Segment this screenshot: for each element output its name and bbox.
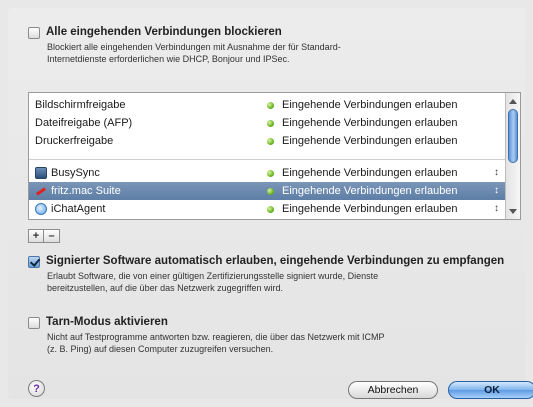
connections-list[interactable]: Bildschirmfreigabe Eingehende Verbindung… [28,92,521,220]
app-status[interactable]: Eingehende Verbindungen erlauben [267,203,458,215]
app-status[interactable]: Eingehende Verbindungen erlauben [267,167,458,179]
app-status-label: Eingehende Verbindungen erlauben [282,167,458,179]
firewall-options-sheet: Alle eingehenden Verbindungen blockieren… [8,8,533,399]
status-green-dot-icon [267,205,274,213]
stealth-mode-section: Tarn-Modus aktivieren Nicht auf Testprog… [28,316,384,355]
stealth-mode-description-line: Nicht auf Testprogramme antworten bzw. r… [47,332,385,342]
block-all-description-line: Internetdienste erforderlichen wie DHCP,… [47,54,290,64]
service-name: Dateifreigabe (AFP) [35,117,133,129]
app-name: fritz.mac Suite [51,185,121,197]
service-status: Eingehende Verbindungen erlauben [267,135,458,147]
list-row-app[interactable]: BusySync Eingehende Verbindungen erlaube… [29,164,505,182]
scroll-thumb[interactable] [508,109,518,163]
service-name: Druckerfreigabe [35,135,114,147]
signed-software-section: Signierter Software automatisch erlauben… [28,255,504,294]
app-name: BusySync [51,167,100,179]
block-all-checkbox[interactable] [28,27,40,39]
add-remove-control: + – [28,229,60,243]
ichat-icon [35,203,47,215]
block-all-option[interactable]: Alle eingehenden Verbindungen blockieren [28,26,341,39]
block-all-label: Alle eingehenden Verbindungen blockieren [46,26,282,38]
list-row-service[interactable]: Bildschirmfreigabe Eingehende Verbindung… [29,96,505,114]
busysync-icon [35,167,47,179]
scroll-down-arrow-icon[interactable] [509,209,517,214]
stealth-mode-checkbox[interactable] [28,317,40,329]
signed-software-label: Signierter Software automatisch erlauben… [46,255,505,267]
service-status-label: Eingehende Verbindungen erlauben [282,135,458,147]
service-status-label: Eingehende Verbindungen erlauben [282,117,458,129]
list-divider [29,159,505,160]
app-name-cell: fritz.mac Suite [35,185,121,197]
signed-software-description-line: Erlaubt Software, die von einer gültigen… [47,271,379,281]
app-name: iChatAgent [51,203,106,215]
service-status: Eingehende Verbindungen erlauben [267,117,458,129]
stealth-mode-description-line: (z. B. Ping) auf diesen Computer zuzugre… [47,344,274,354]
signed-software-description-line: bereitzustellen, auf die über das Netzwe… [47,283,283,293]
app-name-cell: BusySync [35,167,100,179]
status-green-dot-icon [267,119,274,127]
status-green-dot-icon [267,169,274,177]
ok-button[interactable]: OK [448,381,533,399]
help-button[interactable]: ? [28,380,45,397]
list-row-service[interactable]: Dateifreigabe (AFP) Eingehende Verbindun… [29,114,505,132]
fritz-icon [35,185,47,197]
block-all-section: Alle eingehenden Verbindungen blockieren… [28,26,341,65]
app-name-cell: iChatAgent [35,203,105,215]
cancel-button[interactable]: Abbrechen [348,381,438,399]
add-app-button[interactable]: + [28,229,44,243]
block-all-description-line: Blockiert alle eingehenden Verbindungen … [47,42,341,52]
status-popup-arrows-icon[interactable]: ↕ [494,203,499,214]
list-row-service[interactable]: Druckerfreigabe Eingehende Verbindungen … [29,132,505,150]
service-status: Eingehende Verbindungen erlauben [267,99,458,111]
signed-software-checkbox[interactable] [28,256,40,268]
status-green-dot-icon [267,187,274,195]
app-status-label: Eingehende Verbindungen erlauben [282,185,458,197]
status-popup-arrows-icon[interactable]: ↕ [494,185,499,196]
service-status-label: Eingehende Verbindungen erlauben [282,99,458,111]
status-green-dot-icon [267,137,274,145]
app-status[interactable]: Eingehende Verbindungen erlauben [267,185,458,197]
scroll-up-arrow-icon[interactable] [509,99,517,104]
app-status-label: Eingehende Verbindungen erlauben [282,203,458,215]
stealth-mode-label: Tarn-Modus aktivieren [46,316,168,328]
signed-software-option[interactable]: Signierter Software automatisch erlauben… [28,255,504,268]
list-row-app[interactable]: iChatAgent Eingehende Verbindungen erlau… [29,200,505,218]
list-scrollbar[interactable] [505,93,520,219]
list-row-app-selected[interactable]: fritz.mac Suite Eingehende Verbindungen … [29,182,505,200]
status-popup-arrows-icon[interactable]: ↕ [494,167,499,178]
stealth-mode-option[interactable]: Tarn-Modus aktivieren [28,316,384,329]
block-all-description: Blockiert alle eingehenden Verbindungen … [47,41,341,65]
remove-app-button[interactable]: – [44,229,60,243]
stealth-mode-description: Nicht auf Testprogramme antworten bzw. r… [47,331,384,355]
status-green-dot-icon [267,101,274,109]
service-name: Bildschirmfreigabe [35,99,126,111]
signed-software-description: Erlaubt Software, die von einer gültigen… [47,270,504,294]
